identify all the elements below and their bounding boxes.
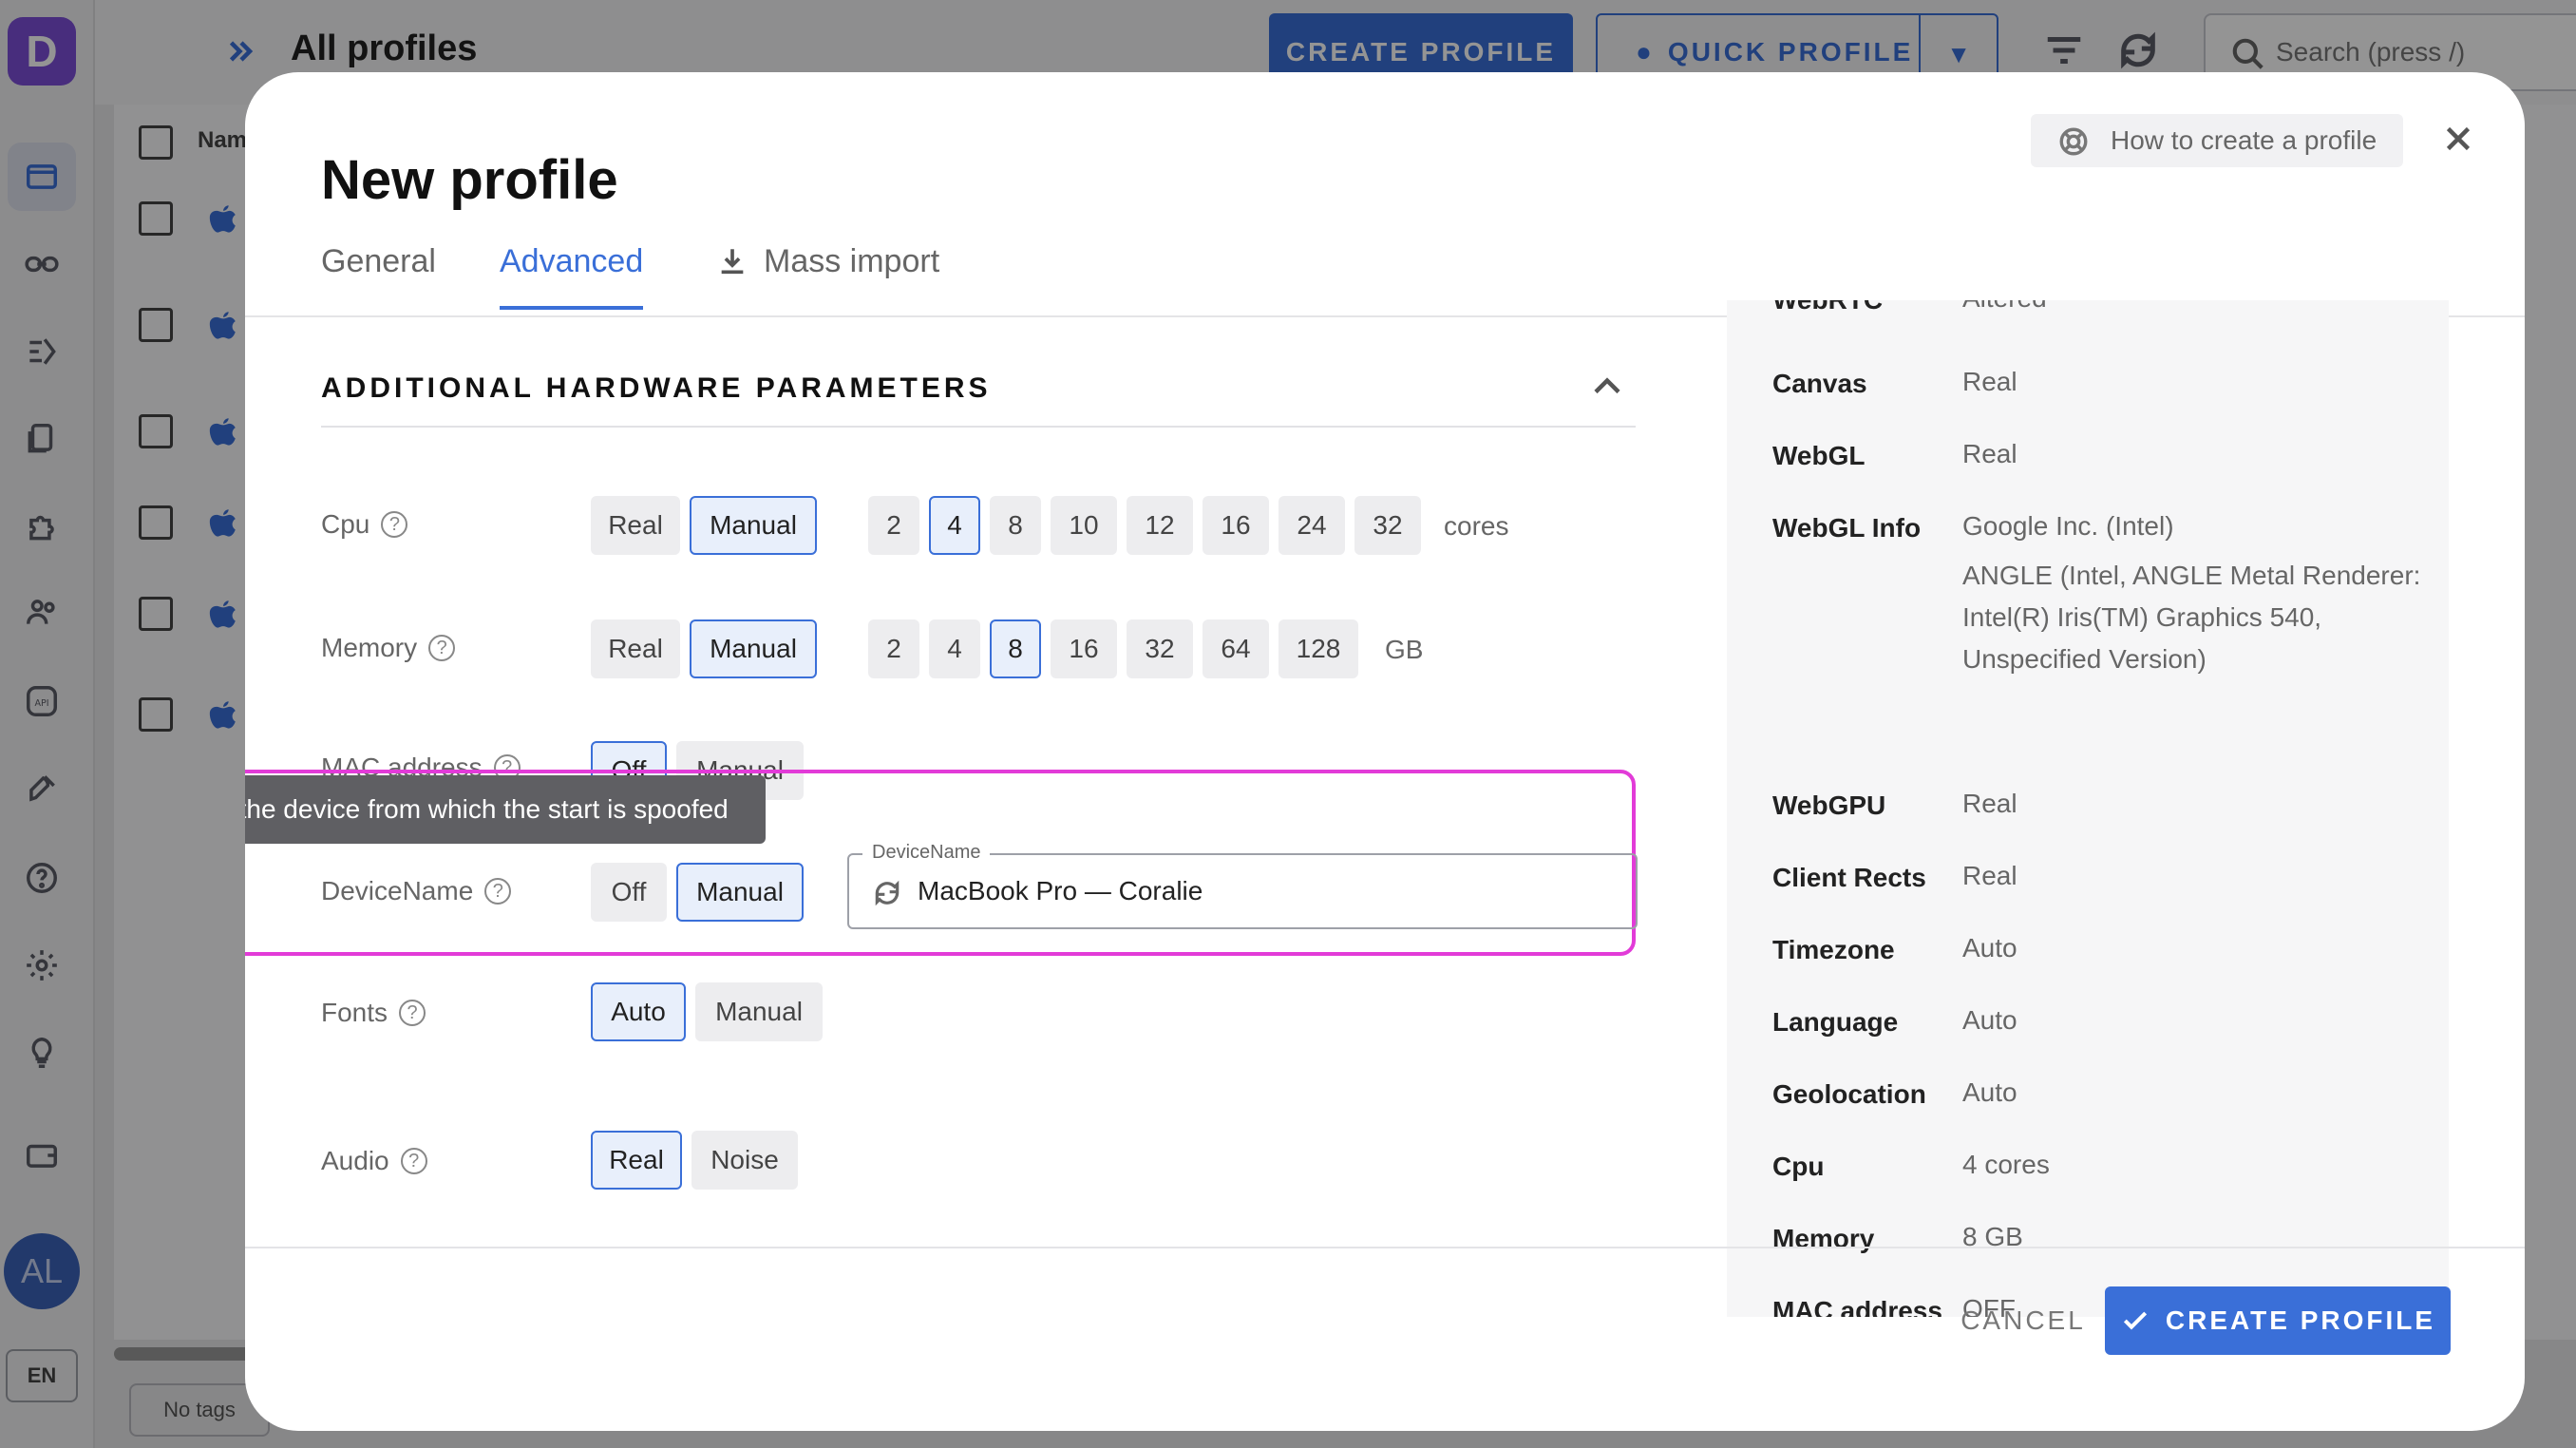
check-icon [2123, 1311, 2148, 1330]
summary-key: MAC address [1772, 1296, 1942, 1317]
fonts-mode-auto[interactable]: Auto [591, 982, 686, 1041]
cpu-value-32[interactable]: 32 [1354, 496, 1421, 555]
audio-mode-noise[interactable]: Noise [691, 1131, 798, 1190]
memory-value-2[interactable]: 2 [868, 619, 919, 678]
audio-label-text: Audio [321, 1146, 389, 1175]
summary-value: Auto [1962, 1077, 2017, 1107]
regenerate-icon[interactable] [872, 878, 902, 908]
lifebuoy-icon [2059, 127, 2088, 156]
question-icon[interactable]: ? [400, 1148, 427, 1174]
memory-mode-real[interactable]: Real [591, 619, 680, 678]
audio-mode-real[interactable]: Real [591, 1131, 682, 1190]
cpu-unit: cores [1444, 511, 1509, 541]
create-profile-button[interactable]: CREATE PROFILE [2105, 1286, 2451, 1355]
summary-key: WebRTC [1772, 300, 1883, 315]
summary-value: Real [1962, 861, 2017, 890]
create-profile-label: CREATE PROFILE [2165, 1305, 2436, 1335]
memory-value-64[interactable]: 64 [1203, 619, 1269, 678]
footer-divider [245, 1247, 2525, 1248]
cpu-value-24[interactable]: 24 [1279, 496, 1345, 555]
summary-value: Google Inc. (Intel) [1962, 511, 2174, 541]
devicename-input[interactable]: DeviceName MacBook Pro — Coralie [847, 842, 1638, 929]
summary-key: Cpu [1772, 1152, 1825, 1181]
devicename-field-legend: DeviceName [862, 842, 991, 864]
dialog-title: New profile [321, 149, 618, 211]
question-icon[interactable]: ? [428, 635, 456, 661]
tab-general[interactable]: General [321, 243, 436, 319]
download-icon [721, 249, 744, 275]
memory-unit: GB [1385, 635, 1424, 664]
summary-key: WebGL [1772, 441, 1866, 470]
fonts-mode-manual[interactable]: Manual [695, 982, 823, 1041]
tab-mass-import-label: Mass import [764, 243, 940, 279]
devicename-label-text: DeviceName [321, 876, 474, 905]
devicename-mode-manual[interactable]: Manual [676, 863, 804, 922]
memory-value-8[interactable]: 8 [990, 619, 1041, 678]
summary-value: Auto [1962, 1005, 2017, 1035]
memory-label-text: Memory [321, 633, 418, 662]
summary-value-extra: ANGLE (Intel, ANGLE Metal Renderer: Inte… [1962, 561, 2421, 674]
audio-label: Audio? [321, 1146, 427, 1176]
question-icon[interactable]: ? [484, 878, 512, 905]
how-to-create-button[interactable]: How to create a profile [2031, 114, 2403, 167]
cpu-label: Cpu? [321, 509, 408, 540]
section-title: ADDITIONAL HARDWARE PARAMETERS [321, 372, 992, 404]
summary-key: Geolocation [1772, 1079, 1926, 1109]
how-to-create-label: How to create a profile [2111, 125, 2377, 155]
section-divider [321, 426, 1636, 428]
summary-key: Language [1772, 1007, 1899, 1037]
summary-key: Client Rects [1772, 863, 1926, 892]
summary-value: Real [1962, 439, 2017, 468]
summary-value: Auto [1962, 933, 2017, 962]
summary-key: Canvas [1772, 369, 1867, 398]
fonts-label-text: Fonts [321, 998, 388, 1027]
cpu-value-16[interactable]: 16 [1203, 496, 1269, 555]
cpu-mode-real[interactable]: Real [591, 496, 680, 555]
summary-value: Altered [1962, 300, 2428, 319]
summary-key: WebGL Info [1772, 513, 1922, 543]
cpu-value-10[interactable]: 10 [1051, 496, 1117, 555]
devicename-value: MacBook Pro — Coralie [918, 876, 1203, 905]
summary-key: WebGPU [1772, 791, 1886, 820]
tab-advanced[interactable]: Advanced [500, 243, 644, 319]
cpu-value-12[interactable]: 12 [1127, 496, 1193, 555]
summary-key: Memory [1772, 1224, 1875, 1253]
summary-key: Timezone [1772, 935, 1895, 964]
memory-value-128[interactable]: 128 [1279, 619, 1358, 678]
cpu-value-2[interactable]: 2 [868, 496, 919, 555]
devicename-label: DeviceName? [321, 876, 512, 906]
memory-label: Memory? [321, 633, 456, 663]
summary-value: Real [1962, 789, 2017, 818]
cancel-button[interactable]: CANCEL [1938, 1286, 2109, 1355]
fonts-label: Fonts? [321, 998, 426, 1028]
memory-value-32[interactable]: 32 [1127, 619, 1193, 678]
close-icon[interactable] [2441, 122, 2475, 156]
cpu-value-8[interactable]: 8 [990, 496, 1041, 555]
question-icon[interactable]: ? [381, 511, 408, 538]
memory-value-4[interactable]: 4 [929, 619, 980, 678]
summary-value: Real [1962, 367, 2017, 396]
tab-mass-import[interactable]: Mass import [716, 243, 939, 319]
cpu-value-4[interactable]: 4 [929, 496, 980, 555]
chevron-up-icon[interactable] [1590, 371, 1624, 399]
cpu-mode-manual[interactable]: Manual [690, 496, 817, 555]
memory-value-16[interactable]: 16 [1051, 619, 1117, 678]
summary-value: 4 cores [1962, 1150, 2050, 1179]
new-profile-dialog: New profile How to create a profile Gene… [245, 72, 2525, 1431]
cpu-label-text: Cpu [321, 509, 370, 539]
devicename-mode-off[interactable]: Off [591, 863, 667, 922]
question-icon[interactable]: ? [399, 1000, 426, 1026]
summary-value: 8 GB [1962, 1222, 2023, 1251]
profile-summary-panel: WebRTC Altered Canvas Real WebGL Real We… [1727, 300, 2449, 1317]
memory-mode-manual[interactable]: Manual [690, 619, 817, 678]
